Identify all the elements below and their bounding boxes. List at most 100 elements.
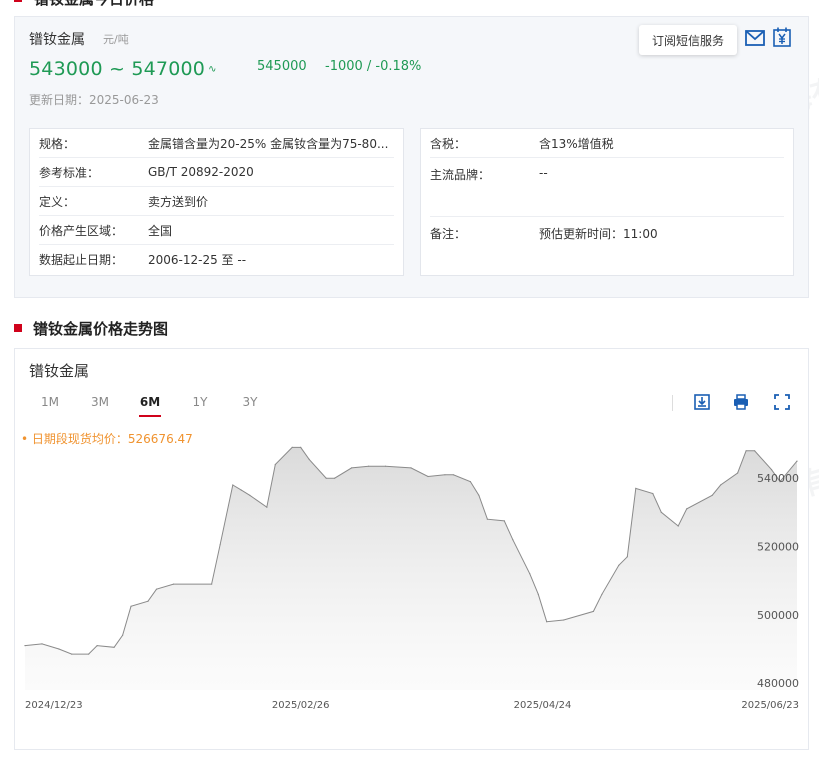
download-image-icon[interactable]	[693, 393, 711, 411]
section-marker	[14, 324, 22, 332]
spec-key: 含税：	[430, 136, 467, 151]
data-point	[291, 446, 293, 448]
section-header-trend: 镨钕金属价格走势图	[14, 318, 168, 338]
price-unit: 元/吨	[103, 33, 129, 46]
y-tick-label: 520000	[757, 541, 799, 554]
data-point	[24, 645, 26, 647]
data-point	[334, 477, 336, 479]
data-point	[351, 467, 353, 469]
spec-row: 主流品牌： --	[430, 158, 784, 217]
yuan-icon[interactable]	[772, 27, 792, 47]
data-point	[563, 619, 565, 621]
data-point	[677, 525, 679, 527]
price-range-line: 543000 ~ 547000 ∿	[29, 57, 216, 81]
print-icon[interactable]	[732, 393, 750, 411]
spec-row: 备注： 预估更新时间：11:00	[430, 217, 784, 249]
price-range: 543000 ~ 547000	[29, 58, 206, 80]
tab-6m[interactable]: 6M	[125, 395, 175, 417]
y-tick-label: 540000	[757, 472, 799, 485]
data-point	[469, 481, 471, 483]
data-point	[512, 539, 514, 541]
spec-key: 参考标准：	[39, 165, 100, 180]
product-name: 镨钕金属	[29, 32, 85, 48]
down-trend-icon: ∿	[208, 63, 217, 75]
spec-row: 含税： 含13%增值税	[430, 129, 784, 158]
data-point	[592, 610, 595, 612]
data-point	[172, 583, 175, 585]
data-point	[486, 518, 488, 520]
data-point	[618, 564, 620, 566]
spec-key: 数据起止日期：	[39, 253, 124, 267]
data-point	[503, 520, 505, 522]
range-tabs: 1M 3M 6M 1Y 3Y	[25, 395, 275, 417]
data-point	[113, 646, 115, 648]
spec-key: 规格：	[39, 136, 76, 151]
data-point	[219, 544, 221, 546]
price-panel: 镨钕金属 元/吨 订阅短信服务 543000 ~ 547000 ∿ 545000…	[14, 16, 809, 298]
fullscreen-icon[interactable]	[773, 393, 791, 411]
section-title: 镨钕金属今日价格	[34, 0, 154, 9]
spec-value: GB/T 20892-2020	[148, 165, 254, 179]
price-trend-chart: 480000 500000 520000 540000 2024/12/23 2025/…	[24, 446, 799, 711]
tab-1m[interactable]: 1M	[25, 395, 75, 417]
spec-table-right: 含税： 含13%增值税 主流品牌： -- 备注： 预估更新时间：11:00	[420, 128, 794, 276]
data-point	[770, 469, 773, 471]
section-header-today-price: 镨钕金属今日价格	[14, 0, 154, 8]
spec-value: 2006-12-25 至 --	[148, 253, 247, 267]
spec-value: 全国	[148, 223, 173, 238]
y-tick-label: 480000	[757, 677, 799, 690]
data-point	[754, 450, 756, 452]
data-point	[300, 446, 302, 448]
data-point	[478, 494, 480, 496]
data-point	[147, 600, 149, 602]
data-point	[155, 588, 158, 590]
data-point	[122, 634, 124, 636]
spec-value: 含13%增值税	[539, 136, 614, 151]
average-price: 545000	[257, 59, 307, 74]
data-point	[368, 465, 370, 467]
data-point	[232, 484, 234, 486]
x-tick-label: 2024/12/23	[25, 700, 83, 711]
data-point	[274, 463, 276, 466]
y-tick-label: 500000	[757, 609, 799, 622]
section-marker	[14, 0, 22, 2]
data-point	[308, 458, 310, 460]
data-point	[626, 556, 628, 558]
tab-3y[interactable]: 3Y	[225, 395, 275, 417]
data-point	[546, 621, 548, 623]
price-change: -1000 / -0.18%	[325, 59, 422, 74]
mail-icon[interactable]	[745, 30, 765, 46]
data-point	[686, 508, 688, 510]
data-point	[58, 648, 60, 650]
spec-key: 价格产生区域：	[39, 223, 124, 238]
data-point	[635, 487, 637, 489]
spec-key: 定义：	[39, 194, 76, 209]
toolbar-divider	[672, 395, 673, 411]
data-point	[96, 645, 98, 647]
data-point	[737, 472, 739, 474]
tab-1y[interactable]: 1Y	[175, 395, 225, 417]
spec-row: 规格： 金属镨含量为20-25% 金属钕含量为75-80...	[39, 129, 394, 158]
price-area-fill	[25, 447, 797, 690]
data-point	[745, 450, 747, 452]
spec-row: 价格产生区域： 全国	[39, 216, 394, 245]
data-point	[410, 467, 412, 469]
data-point	[211, 583, 213, 585]
data-point	[444, 474, 446, 476]
spec-row: 数据起止日期： 2006-12-25 至 --	[39, 245, 394, 274]
spec-row: 定义： 卖方送到价	[39, 187, 394, 216]
data-point	[266, 506, 268, 508]
data-point	[529, 573, 531, 575]
x-tick-label: 2025/02/26	[272, 700, 330, 711]
data-point	[130, 605, 132, 607]
subscribe-sms-button[interactable]: 订阅短信服务	[639, 25, 737, 55]
update-date: 更新日期：2025-06-23	[29, 93, 159, 107]
x-tick-label: 2025/06/23	[741, 700, 799, 711]
data-point	[720, 484, 722, 486]
spec-key: 主流品牌：	[430, 168, 491, 182]
tab-3m[interactable]: 3M	[75, 395, 125, 417]
data-point	[652, 492, 654, 495]
data-point	[711, 494, 713, 496]
data-point	[796, 460, 798, 462]
data-point	[427, 475, 429, 478]
